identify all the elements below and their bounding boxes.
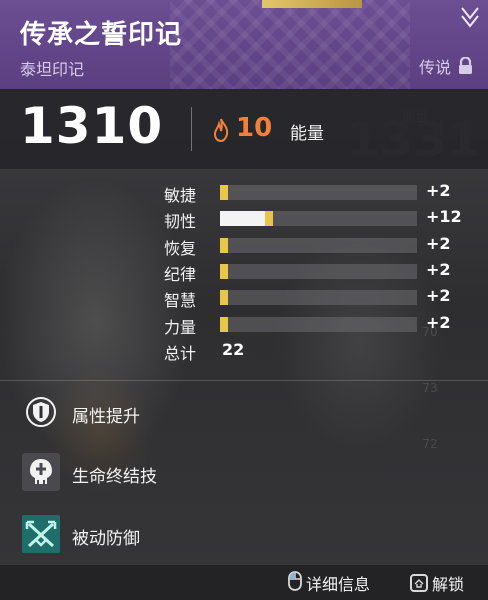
stat-value: +2 xyxy=(426,259,451,279)
divider xyxy=(191,107,192,151)
perk-passive-defense[interactable]: 被动防御 xyxy=(22,515,322,555)
energy-value: 10 xyxy=(236,113,273,143)
power-row: 1310 10 能量 xyxy=(0,89,488,170)
header-accent-strip xyxy=(262,0,362,8)
item-header: 传承之誓印记 泰坦印记 传说 xyxy=(0,0,488,89)
mouse-icon xyxy=(288,571,302,595)
unlock-button[interactable]: 解锁 xyxy=(410,572,464,594)
stat-bar-mod-fill xyxy=(220,185,228,200)
stat-bar xyxy=(220,211,417,227)
power-level: 1310 xyxy=(20,97,164,155)
stat-label: 韧性 xyxy=(164,212,197,232)
stat-row: 纪律 +2 xyxy=(0,259,488,285)
stat-total-label: 总计 xyxy=(164,343,197,363)
details-label: 详细信息 xyxy=(306,575,371,594)
stat-value: +2 xyxy=(426,233,451,253)
stat-row: 敏捷 +2 xyxy=(0,180,488,206)
stat-bar-base-fill xyxy=(220,211,265,227)
stat-value: +2 xyxy=(426,181,451,200)
perk-label: 生命终结技 xyxy=(72,467,157,487)
stat-label: 恢复 xyxy=(164,238,197,258)
stat-row: 力量 +2 xyxy=(0,312,488,338)
stat-bar xyxy=(220,316,417,332)
section-divider xyxy=(0,380,488,381)
stat-label: 敏捷 xyxy=(164,186,197,205)
details-button[interactable]: 详细信息 xyxy=(288,571,371,595)
energy-label: 能量 xyxy=(290,124,324,144)
key-icon xyxy=(410,574,428,592)
stat-bar-mod-fill xyxy=(265,211,273,227)
class-emblem-icon xyxy=(460,6,480,28)
stat-value: +2 xyxy=(426,312,451,332)
stat-label: 纪律 xyxy=(164,264,197,284)
stat-total-value: 22 xyxy=(222,339,245,359)
unlock-label: 解锁 xyxy=(432,575,465,594)
item-title: 传承之誓印记 xyxy=(20,20,183,50)
stat-row: 恢复 +2 xyxy=(0,233,488,259)
perk-finisher[interactable]: 生命终结技 xyxy=(22,453,322,493)
stat-bar-mod-fill xyxy=(220,237,228,253)
stat-bar xyxy=(220,237,417,253)
header-pattern xyxy=(170,0,410,89)
stat-bar-mod-fill xyxy=(220,316,228,332)
stat-label: 智慧 xyxy=(164,291,197,311)
stat-row: 韧性 +12 xyxy=(0,206,488,232)
stat-bar xyxy=(220,185,417,200)
shield-upgrade-icon xyxy=(22,393,60,431)
crossed-arrows-icon xyxy=(22,515,60,553)
perk-stat-upgrade[interactable]: 属性提升 xyxy=(22,393,322,433)
rarity-label: 传说 xyxy=(418,58,451,77)
stat-bar-mod-fill xyxy=(220,290,228,306)
lock-icon xyxy=(457,56,474,75)
finisher-skull-icon xyxy=(22,453,60,491)
background-stat-value: 73 xyxy=(422,381,438,395)
stat-label: 力量 xyxy=(164,317,197,337)
stat-total-row: 总计 22 xyxy=(0,338,488,364)
stat-value: +2 xyxy=(426,286,451,306)
stat-row: 智慧 +2 xyxy=(0,285,488,311)
stat-bar-mod-fill xyxy=(220,263,228,279)
stat-bar xyxy=(220,290,417,306)
background-stat-value: 72 xyxy=(422,437,438,451)
stat-bar xyxy=(220,263,417,279)
flame-icon xyxy=(213,118,229,143)
item-rarity: 传说 xyxy=(419,54,474,78)
footer-bar: 详细信息 解锁 xyxy=(0,565,488,600)
stat-value: +12 xyxy=(426,207,462,227)
perk-label: 被动防御 xyxy=(72,529,140,549)
item-type: 泰坦印记 xyxy=(20,60,85,79)
perk-label: 属性提升 xyxy=(72,407,140,427)
